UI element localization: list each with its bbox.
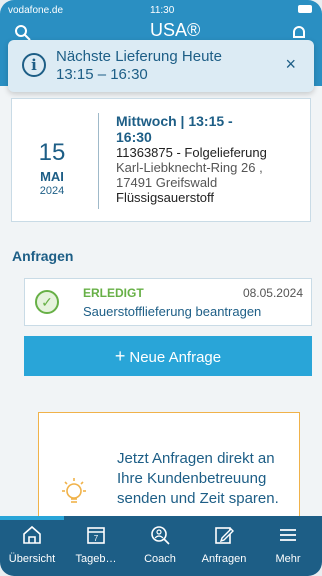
tab-overview[interactable]: Übersicht [0, 524, 64, 566]
info-icon: i [22, 53, 46, 77]
carrier-label: vodafone.de [8, 5, 64, 16]
new-request-button[interactable]: + Neue Anfrage [24, 336, 312, 376]
request-item[interactable]: ✓ ERLEDIGT 08.05.2024 Sauerstofflieferun… [24, 278, 312, 326]
check-icon: ✓ [35, 290, 59, 314]
request-description: Sauerstofflieferung beantragen [83, 304, 262, 319]
tab-label: Übersicht [8, 553, 56, 565]
new-request-label: Neue Anfrage [129, 349, 222, 366]
tab-coach[interactable]: Coach [128, 524, 192, 566]
delivery-title: Mittwoch | 13:15 - [116, 113, 233, 129]
close-icon[interactable]: × [285, 54, 296, 75]
calendar-icon: 7 [64, 524, 128, 552]
tab-diary[interactable]: 7 Tageb… [64, 524, 128, 566]
delivery-order: 11363875 - Folgelieferung [116, 145, 267, 160]
delivery-card[interactable]: 15 MAI 2024 Mittwoch | 13:15 - 16:30 113… [11, 98, 311, 222]
home-icon [0, 524, 64, 552]
svg-text:7: 7 [94, 534, 99, 543]
tab-more[interactable]: Mehr [256, 524, 320, 566]
app-logo: USA® [150, 20, 201, 40]
bottom-tab-bar: Übersicht 7 Tageb… Coach Anfragen Mehr [0, 516, 322, 576]
requests-heading: Anfragen [12, 248, 74, 264]
delivery-address-street: Karl-Liebknecht-Ring 26 , [116, 160, 263, 175]
battery-icon [298, 5, 312, 13]
delivery-year: 2024 [39, 185, 65, 197]
next-delivery-banner[interactable]: i Nächste Lieferung Heute 13:15 – 16:30 … [8, 40, 314, 92]
status-time: 11:30 [150, 5, 175, 16]
request-date: 08.05.2024 [242, 286, 303, 300]
request-status: ERLEDIGT [83, 286, 144, 300]
banner-text: Nächste Lieferung Heute 13:15 – 16:30 [56, 48, 222, 84]
delivery-time-end: 16:30 [116, 129, 152, 145]
delivery-info: Mittwoch | 13:15 - 16:30 11363875 - Folg… [116, 113, 302, 205]
lightbulb-icon [59, 477, 89, 518]
tab-label: Mehr [275, 553, 301, 565]
edit-icon [192, 524, 256, 552]
coach-icon [128, 524, 192, 552]
plus-icon: + [114, 346, 126, 366]
status-bar: vodafone.de 11:30 [0, 3, 322, 19]
tab-requests[interactable]: Anfragen [192, 524, 256, 566]
promo-text: Jetzt Anfragen direkt an Ihre Kundenbetr… [117, 450, 279, 507]
tab-label: Tageb… [75, 553, 117, 565]
banner-title: Nächste Lieferung Heute [56, 48, 222, 65]
delivery-month: MAI [40, 169, 64, 184]
tab-label: Anfragen [201, 553, 247, 565]
status-icons [298, 5, 312, 13]
date-divider [98, 113, 99, 209]
delivery-date: 15 MAI 2024 [12, 99, 92, 221]
tab-label: Coach [144, 553, 176, 565]
delivery-day: 15 [38, 139, 66, 166]
menu-icon [256, 524, 320, 552]
active-tab-indicator [0, 516, 64, 520]
main-content: 15 MAI 2024 Mittwoch | 13:15 - 16:30 113… [0, 86, 322, 552]
delivery-address-city: 17491 Greifswald [116, 175, 218, 190]
app-screen: vodafone.de 11:30 USA® i Nächste Lieferu… [0, 0, 322, 576]
delivery-product: Flüssigsauerstoff [116, 190, 215, 205]
banner-time: 13:15 – 16:30 [56, 66, 148, 83]
